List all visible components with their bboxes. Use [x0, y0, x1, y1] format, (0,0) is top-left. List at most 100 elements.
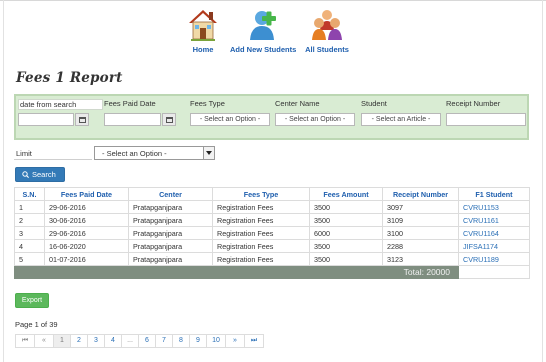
receipt-number-input[interactable]: [446, 113, 526, 126]
cell-fees-paid-date: 30-06-2016: [44, 213, 129, 227]
pagination-page-7[interactable]: 7: [155, 334, 173, 348]
pagination-first[interactable]: ⏮: [15, 334, 35, 348]
page-frame-right: [542, 0, 543, 362]
pagination-page-6[interactable]: 6: [138, 334, 156, 348]
group-icon: [312, 10, 342, 40]
table-header-row: S.N. Fees Paid Date Center Fees Type Fee…: [14, 187, 530, 201]
table-row: 2 30-06-2016 Pratapganjpara Registration…: [14, 213, 530, 227]
column-header-receipt-number[interactable]: Receipt Number: [382, 187, 459, 201]
nav-home[interactable]: Home: [186, 8, 220, 54]
cell-sn: 2: [14, 213, 45, 227]
fees-paid-date-input[interactable]: [104, 113, 161, 126]
cell-sn: 5: [14, 252, 45, 266]
search-icon: [22, 171, 29, 178]
page-frame-top: [0, 0, 546, 4]
cell-fees-paid-date: 29-06-2016: [44, 200, 129, 214]
pagination-prev[interactable]: «: [34, 334, 54, 348]
student-link[interactable]: CVRU1164: [458, 226, 530, 240]
table-row: 3 29-06-2016 Pratapganjpara Registration…: [14, 226, 530, 240]
table-row: 5 01-07-2016 Pratapganjpara Registration…: [14, 252, 530, 266]
column-header-center[interactable]: Center: [128, 187, 213, 201]
nav-add-new-students-label: Add New Students: [230, 45, 297, 54]
fees-paid-date-label: Fees Paid Date: [104, 99, 156, 108]
table-total-row: Total: 20000: [14, 265, 530, 279]
center-name-select[interactable]: - Select an Option -: [275, 113, 355, 126]
cell-fees-type: Registration Fees: [212, 200, 310, 214]
column-header-sn[interactable]: S.N.: [14, 187, 45, 201]
cell-fees-amount: 3500: [309, 239, 383, 253]
cell-fees-amount: 3500: [309, 213, 383, 227]
page-title: Fees 1 Report: [16, 70, 123, 86]
column-header-fees-type[interactable]: Fees Type: [212, 187, 310, 201]
pagination-page-3[interactable]: 3: [87, 334, 105, 348]
fees-type-label: Fees Type: [190, 99, 225, 108]
nav-all-students[interactable]: All Students: [302, 8, 352, 54]
nav-add-new-students[interactable]: Add New Students: [230, 8, 297, 54]
pagination-page-4[interactable]: 4: [104, 334, 122, 348]
student-label: Student: [361, 99, 387, 108]
chevron-down-icon: [203, 147, 214, 159]
cell-receipt-number: 3100: [382, 226, 459, 240]
fees-type-select[interactable]: - Select an Option -: [190, 113, 270, 126]
calendar-icon: [79, 117, 86, 123]
pagination-page-8[interactable]: 8: [172, 334, 190, 348]
pagination-page-1[interactable]: 1: [53, 334, 71, 348]
nav-all-students-label: All Students: [305, 45, 349, 54]
top-navigation: Home Add New Students All Students: [186, 8, 366, 60]
cell-fees-paid-date: 01-07-2016: [44, 252, 129, 266]
total-amount: Total: 20000: [14, 265, 459, 279]
cell-fees-paid-date: 16-06-2020: [44, 239, 129, 253]
export-button[interactable]: Export: [15, 293, 49, 308]
receipt-number-label: Receipt Number: [446, 99, 501, 108]
column-header-fees-amount[interactable]: Fees Amount: [309, 187, 383, 201]
cell-sn: 3: [14, 226, 45, 240]
limit-divider: [14, 159, 92, 160]
page-frame-left: [3, 0, 4, 362]
cell-receipt-number: 3109: [382, 213, 459, 227]
cell-fees-type: Registration Fees: [212, 239, 310, 253]
student-link[interactable]: CVRU1189: [458, 252, 530, 266]
home-icon: [189, 10, 217, 41]
pagination-page-2[interactable]: 2: [70, 334, 88, 348]
pagination-last[interactable]: ⏭: [244, 334, 264, 348]
date-from-search-input[interactable]: [18, 113, 74, 126]
cell-fees-type: Registration Fees: [212, 226, 310, 240]
column-header-f1-student[interactable]: F1 Student: [458, 187, 530, 201]
total-row-spacer: [458, 265, 530, 279]
cell-receipt-number: 2288: [382, 239, 459, 253]
cell-center: Pratapganjpara: [128, 200, 213, 214]
column-header-fees-paid-date[interactable]: Fees Paid Date: [44, 187, 129, 201]
add-student-icon: [250, 11, 276, 40]
fees-paid-date-calendar-button[interactable]: [162, 113, 176, 126]
search-button[interactable]: Search: [15, 167, 65, 182]
search-button-label: Search: [32, 170, 56, 179]
date-from-calendar-button[interactable]: [75, 113, 89, 126]
limit-label: Limit: [16, 149, 32, 158]
cell-center: Pratapganjpara: [128, 252, 213, 266]
student-link[interactable]: CVRU1153: [458, 200, 530, 214]
page-info: Page 1 of 39: [15, 320, 58, 329]
cell-receipt-number: 3097: [382, 200, 459, 214]
student-select[interactable]: - Select an Article -: [361, 113, 441, 126]
limit-select[interactable]: - Select an Option -: [94, 146, 215, 160]
cell-fees-paid-date: 29-06-2016: [44, 226, 129, 240]
pagination-page-9[interactable]: 9: [189, 334, 207, 348]
student-link[interactable]: CVRU1161: [458, 213, 530, 227]
cell-fees-amount: 6000: [309, 226, 383, 240]
student-link[interactable]: JIFSA1174: [458, 239, 530, 253]
table-row: 4 16-06-2020 Pratapganjpara Registration…: [14, 239, 530, 253]
cell-sn: 4: [14, 239, 45, 253]
cell-fees-amount: 3500: [309, 200, 383, 214]
limit-select-value: - Select an Option -: [102, 149, 167, 158]
date-from-search-label: date from search: [18, 99, 103, 110]
calendar-icon: [166, 117, 173, 123]
pagination-page-10[interactable]: 10: [206, 334, 226, 348]
pagination: ⏮ « 1 2 3 4 ... 6 7 8 9 10 » ⏭: [15, 334, 264, 348]
cell-sn: 1: [14, 200, 45, 214]
cell-center: Pratapganjpara: [128, 239, 213, 253]
pagination-next[interactable]: »: [225, 334, 245, 348]
cell-center: Pratapganjpara: [128, 226, 213, 240]
filter-panel: date from search Fees Paid Date Fees Typ…: [14, 94, 529, 140]
cell-receipt-number: 3123: [382, 252, 459, 266]
nav-home-label: Home: [192, 45, 214, 54]
